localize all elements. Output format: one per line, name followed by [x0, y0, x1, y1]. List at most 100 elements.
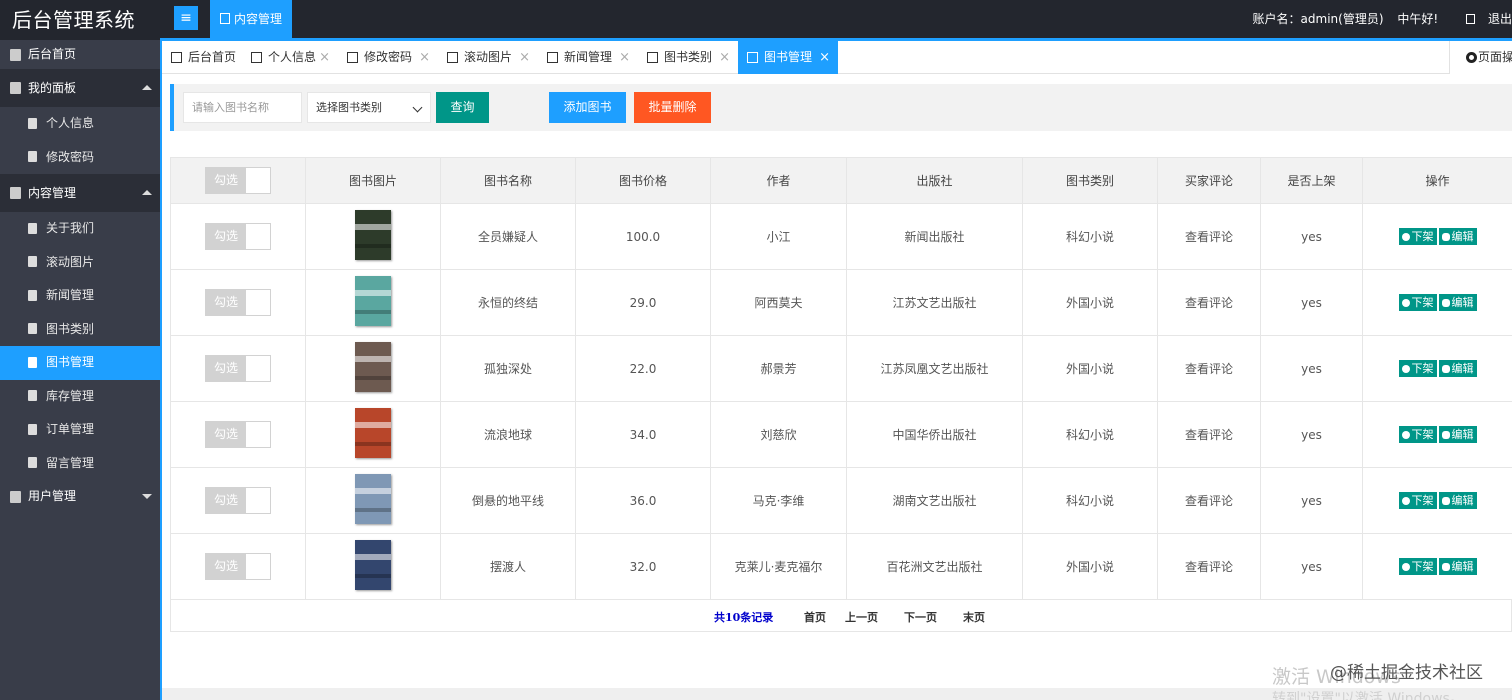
menu-toggle-button[interactable]: ≡ [174, 6, 198, 30]
actions-cell: 下架 编辑 [1362, 533, 1512, 600]
prev-page-link[interactable]: 上一页 [845, 609, 878, 625]
sidebar-group-content[interactable]: 内容管理 [0, 174, 160, 212]
book-name-cell: 永恒的终结 [440, 269, 576, 336]
off-shelf-button[interactable]: 下架 [1398, 228, 1437, 245]
page-ops-menu[interactable]: 页面操作 [1449, 41, 1512, 74]
edit-button[interactable]: 编辑 [1438, 294, 1477, 311]
view-reviews-link[interactable]: 查看评论 [1185, 230, 1233, 244]
select-all-toggle[interactable]: 勾选 [205, 167, 271, 194]
listed-cell: yes [1260, 335, 1363, 402]
sidebar-item-book-category[interactable]: 图书类别 [0, 313, 160, 347]
batch-delete-button[interactable]: 批量删除 [634, 92, 711, 123]
row-select-toggle[interactable]: 勾选 [205, 421, 271, 448]
top-tab-content[interactable]: 内容管理 [210, 0, 292, 40]
query-button[interactable]: 查询 [436, 92, 489, 123]
sidebar-item-about[interactable]: 关于我们 [0, 212, 160, 246]
sidebar-item-messages[interactable]: 留言管理 [0, 447, 160, 481]
tab-category[interactable]: 图书类别 × [638, 41, 738, 74]
tab-books[interactable]: 图书管理 × [738, 41, 838, 74]
cover-stripe [355, 310, 391, 314]
view-reviews-link[interactable]: 查看评论 [1185, 494, 1233, 508]
check-label: 勾选 [206, 224, 246, 249]
view-reviews-link[interactable]: 查看评论 [1185, 362, 1233, 376]
logout-link[interactable]: 退出 [1456, 12, 1512, 26]
sidebar-group-users[interactable]: 用户管理 [0, 480, 160, 514]
button-label: 下架 [1411, 428, 1434, 441]
first-page-link[interactable]: 首页 [804, 609, 826, 625]
sidebar-item-label: 我的面板 [28, 81, 77, 95]
off-shelf-button[interactable]: 下架 [1398, 294, 1437, 311]
publisher-cell: 江苏文艺出版社 [846, 269, 1023, 336]
view-reviews-link[interactable]: 查看评论 [1185, 296, 1233, 310]
publisher-cell: 百花洲文艺出版社 [846, 533, 1023, 600]
close-icon[interactable]: × [419, 41, 430, 74]
edit-button[interactable]: 编辑 [1438, 228, 1477, 245]
home-icon [10, 48, 21, 61]
sidebar-item-password[interactable]: 修改密码 [0, 141, 160, 175]
row-select-toggle[interactable]: 勾选 [205, 487, 271, 514]
sidebar-item-carousel[interactable]: 滚动图片 [0, 246, 160, 280]
row-select-toggle[interactable]: 勾选 [205, 289, 271, 316]
view-reviews-link[interactable]: 查看评论 [1185, 560, 1233, 574]
sidebar-item-label: 新闻管理 [46, 288, 95, 302]
file-icon [28, 222, 37, 234]
off-shelf-button[interactable]: 下架 [1398, 360, 1437, 377]
close-icon[interactable]: × [519, 41, 530, 74]
document-icon [220, 13, 230, 24]
sidebar-item-label: 库存管理 [46, 388, 95, 403]
sidebar-item-book-manage[interactable]: 图书管理 [0, 346, 160, 380]
row-select-toggle[interactable]: 勾选 [205, 553, 271, 580]
tab-label: 修改密码 [364, 50, 413, 64]
tab-carousel[interactable]: 滚动图片 × [438, 41, 538, 74]
edit-button[interactable]: 编辑 [1438, 558, 1477, 575]
off-shelf-button[interactable]: 下架 [1398, 426, 1437, 443]
tab-home[interactable]: 后台首页 [162, 41, 242, 74]
button-label: 下架 [1411, 230, 1434, 243]
page-tabs: 后台首页 个人信息 × 修改密码 × 滚动图片 × 新闻管理 × 图书类别 × 图书管理 × [162, 41, 1512, 74]
monitor-icon [171, 52, 182, 63]
column-header: 图书名称 [440, 157, 576, 204]
row-select-toggle[interactable]: 勾选 [205, 355, 271, 382]
table-row: 勾选 流浪地球 34.0 刘慈欣 中国华侨出版社 科幻小说 查看评论 yes 下架 编辑 [170, 401, 1512, 468]
next-page-link[interactable]: 下一页 [904, 609, 937, 625]
total-records: 共10条记录 [714, 611, 774, 624]
column-header: 作者 [710, 157, 847, 204]
author-cell: 阿西莫夫 [710, 269, 847, 336]
close-icon[interactable]: × [619, 41, 630, 74]
book-name-input[interactable]: 请输入图书名称 [183, 92, 302, 123]
actions-cell: 下架 编辑 [1362, 269, 1512, 336]
row-select-toggle[interactable]: 勾选 [205, 223, 271, 250]
tab-news[interactable]: 新闻管理 × [538, 41, 638, 74]
tab-password[interactable]: 修改密码 × [338, 41, 438, 74]
sidebar-item-label: 图书类别 [46, 321, 95, 336]
user-info-icon [28, 117, 37, 129]
close-icon[interactable]: × [819, 41, 830, 74]
edit-button[interactable]: 编辑 [1438, 426, 1477, 443]
view-reviews-link[interactable]: 查看评论 [1185, 428, 1233, 442]
sidebar-group-panel[interactable]: 我的面板 [0, 69, 160, 107]
sidebar-item-profile[interactable]: 个人信息 [0, 107, 160, 141]
off-shelf-button[interactable]: 下架 [1398, 492, 1437, 509]
listed-cell: yes [1260, 401, 1363, 468]
edit-button[interactable]: 编辑 [1438, 492, 1477, 509]
file-icon [28, 423, 37, 435]
edit-button[interactable]: 编辑 [1438, 360, 1477, 377]
tab-profile[interactable]: 个人信息 × [242, 41, 338, 74]
close-icon[interactable]: × [719, 41, 730, 74]
add-book-button[interactable]: 添加图书 [549, 92, 626, 123]
cover-stripe [355, 244, 391, 248]
off-shelf-button[interactable]: 下架 [1398, 558, 1437, 575]
chat-icon [1441, 365, 1450, 373]
sidebar-item-stock[interactable]: 库存管理 [0, 380, 160, 414]
sidebar-item-orders[interactable]: 订单管理 [0, 413, 160, 447]
cover-cell [305, 401, 441, 468]
category-select[interactable]: 选择图书类别 [307, 92, 431, 123]
column-header: 买家评论 [1157, 157, 1261, 204]
gear-icon [1401, 233, 1410, 241]
close-icon[interactable]: × [319, 41, 330, 74]
button-label: 下架 [1411, 560, 1434, 573]
sidebar-item-home[interactable]: 后台首页 [0, 40, 160, 69]
book-name-cell: 流浪地球 [440, 401, 576, 468]
last-page-link[interactable]: 末页 [963, 609, 985, 625]
sidebar-item-news[interactable]: 新闻管理 [0, 279, 160, 313]
